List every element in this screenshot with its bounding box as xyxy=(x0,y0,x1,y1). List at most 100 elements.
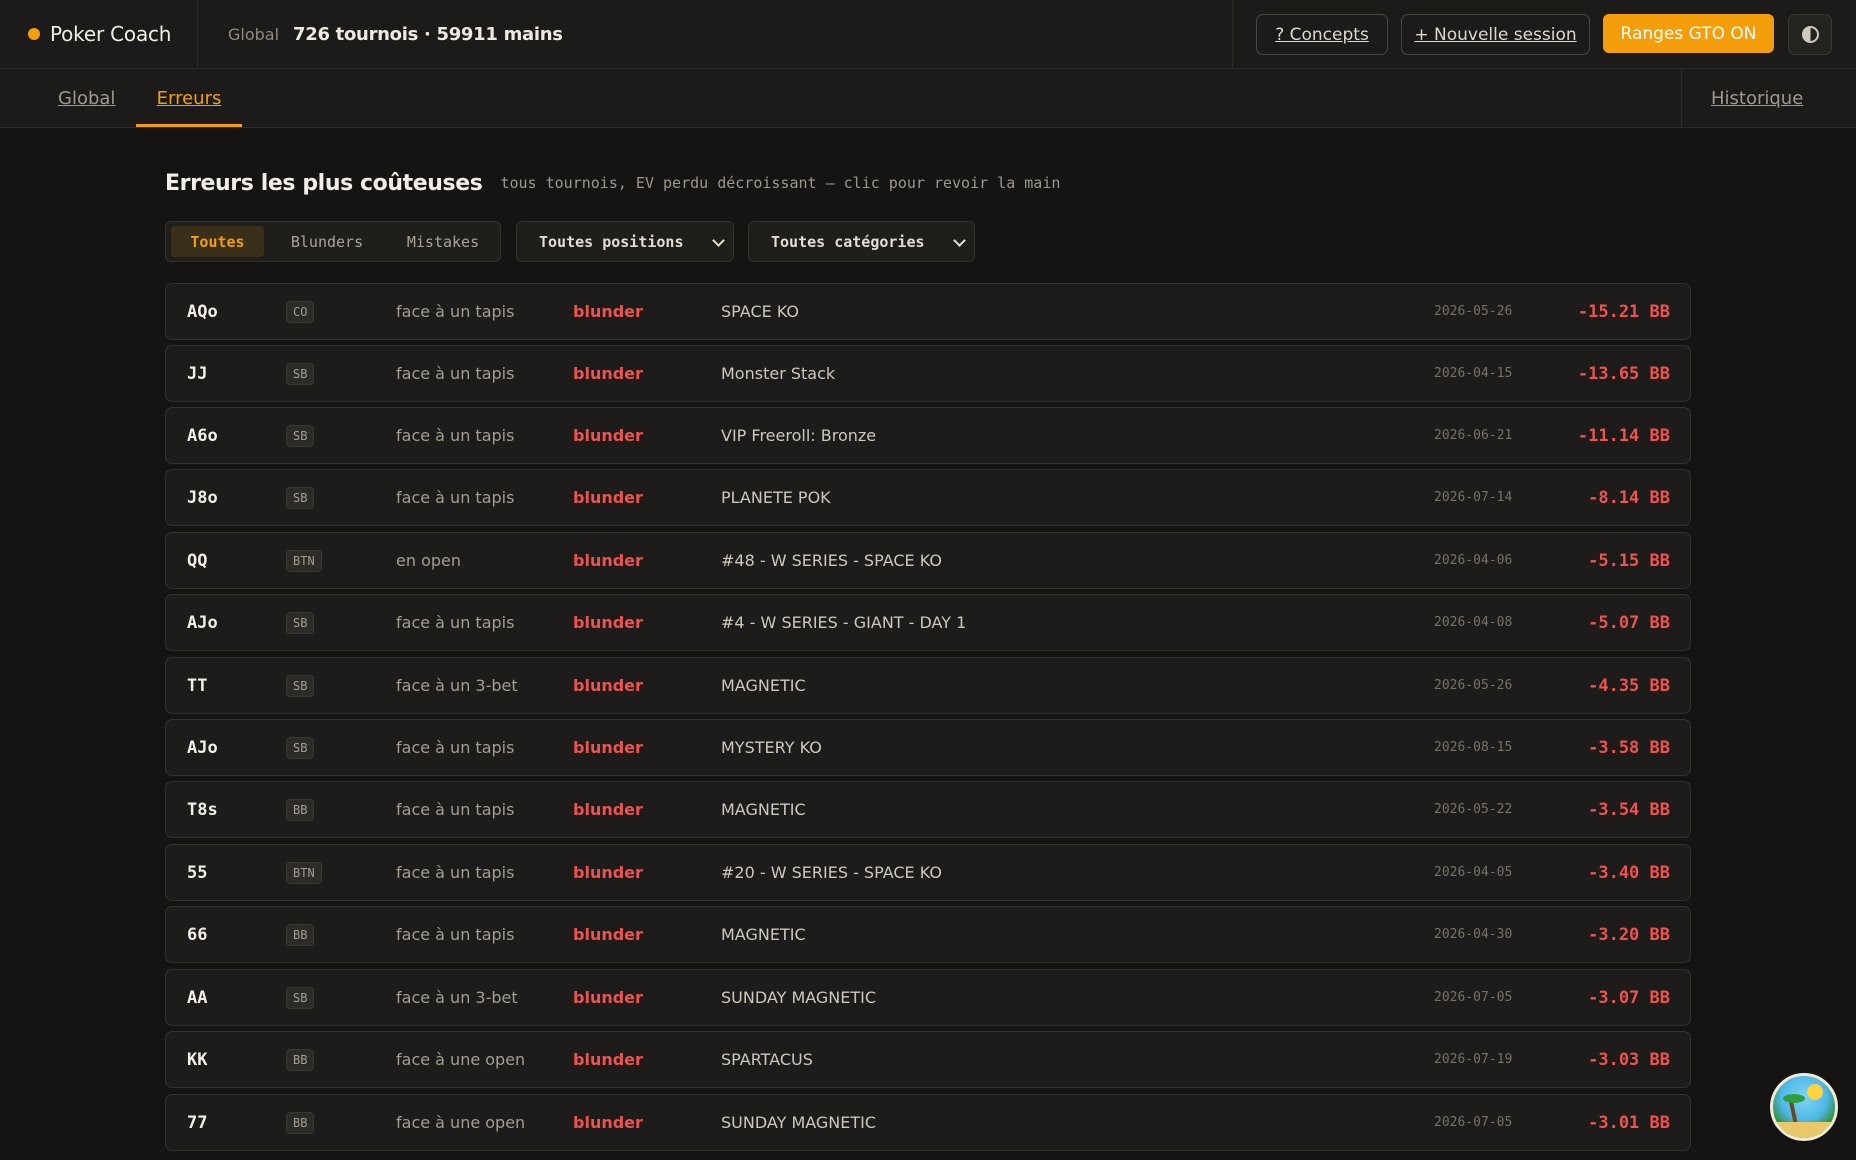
position: SB xyxy=(286,408,315,463)
gto-ranges-toggle[interactable]: Ranges GTO ON xyxy=(1603,14,1774,53)
filter-mistakes[interactable]: Mistakes xyxy=(388,226,498,257)
position: SB xyxy=(286,658,315,713)
error-row[interactable]: 55 BTN face à un tapis blunder #20 - W S… xyxy=(165,844,1691,901)
severity: blunder xyxy=(573,1113,643,1132)
ev-lost: -5.15 BB xyxy=(1588,550,1670,571)
position: BB xyxy=(286,907,315,962)
ev-lost: -8.14 BB xyxy=(1588,487,1670,508)
divider xyxy=(1681,69,1682,127)
tournament: SUNDAY MAGNETIC xyxy=(721,988,877,1007)
error-row[interactable]: T8s BB face à un tapis blunder MAGNETIC … xyxy=(165,781,1691,838)
position-badge: BTN xyxy=(286,549,322,572)
position-badge: SB xyxy=(286,986,315,1009)
filter-all[interactable]: Toutes xyxy=(171,226,264,257)
hand: 55 xyxy=(187,862,208,883)
ev-lost: -4.35 BB xyxy=(1588,675,1670,696)
date: 2026-07-05 xyxy=(1434,990,1513,1005)
assistant-avatar-button[interactable] xyxy=(1770,1073,1838,1141)
tab-global[interactable]: Global xyxy=(58,69,115,127)
severity: blunder xyxy=(573,488,643,507)
new-session-button[interactable]: + Nouvelle session xyxy=(1401,14,1590,55)
sun-icon xyxy=(1807,1084,1823,1100)
date: 2026-06-21 xyxy=(1434,428,1513,443)
tab-errors[interactable]: Erreurs xyxy=(136,69,242,127)
filter-blunders[interactable]: Blunders xyxy=(271,226,383,257)
category: face à un tapis xyxy=(396,925,515,944)
ev-lost: -3.58 BB xyxy=(1588,737,1670,758)
hand: 77 xyxy=(187,1112,208,1133)
severity: blunder xyxy=(573,426,643,445)
error-row[interactable]: AQo CO face à un tapis blunder SPACE KO … xyxy=(165,283,1691,340)
scope-stats: 726 tournois · 59911 mains xyxy=(293,23,563,45)
hand: 66 xyxy=(187,924,208,945)
severity: blunder xyxy=(573,364,643,383)
error-row[interactable]: AA SB face à un 3-bet blunder SUNDAY MAG… xyxy=(165,969,1691,1026)
position-badge: SB xyxy=(286,611,315,634)
chevron-down-icon xyxy=(712,234,725,247)
tournament: VIP Freeroll: Bronze xyxy=(721,426,877,445)
position: SB xyxy=(286,595,315,650)
tournament: #4 - W SERIES - GIANT - DAY 1 xyxy=(721,613,967,632)
tournament: SPARTACUS xyxy=(721,1050,813,1069)
error-row[interactable]: AJo SB face à un tapis blunder #4 - W SE… xyxy=(165,594,1691,651)
position-badge: BB xyxy=(286,923,315,946)
category: face à un tapis xyxy=(396,488,515,507)
tournament: PLANETE POK xyxy=(721,488,831,507)
hand: AA xyxy=(187,987,208,1008)
category-select[interactable]: Toutes catégories xyxy=(748,221,975,262)
category: face à un tapis xyxy=(396,364,515,383)
category: face à une open xyxy=(396,1113,526,1132)
date: 2026-04-30 xyxy=(1434,927,1513,942)
error-row[interactable]: J8o SB face à un tapis blunder PLANETE P… xyxy=(165,469,1691,526)
divider xyxy=(1232,0,1233,68)
error-row[interactable]: 66 BB face à un tapis blunder MAGNETIC 2… xyxy=(165,906,1691,963)
tournament: MAGNETIC xyxy=(721,676,806,695)
theme-toggle-button[interactable] xyxy=(1788,14,1832,55)
brand-dot-icon xyxy=(28,28,40,40)
position-badge: BTN xyxy=(286,861,322,884)
section-subtitle: tous tournois, EV perdu décroissant — cl… xyxy=(500,174,1061,192)
scope-label: Global xyxy=(228,24,280,44)
error-row[interactable]: KK BB face à une open blunder SPARTACUS … xyxy=(165,1031,1691,1088)
category: face à un tapis xyxy=(396,863,515,882)
brand[interactable]: Poker Coach xyxy=(28,0,171,68)
tab-bar: Global Erreurs Historique xyxy=(0,69,1856,128)
hand: KK xyxy=(187,1049,208,1070)
concepts-button[interactable]: ? Concepts xyxy=(1256,14,1388,55)
ev-lost: -15.21 BB xyxy=(1577,301,1670,322)
category: face à un tapis xyxy=(396,302,515,321)
ev-lost: -3.01 BB xyxy=(1588,1112,1670,1133)
position-badge: SB xyxy=(286,736,315,759)
hand: J8o xyxy=(187,487,218,508)
error-row[interactable]: TT SB face à un 3-bet blunder MAGNETIC 2… xyxy=(165,657,1691,714)
severity: blunder xyxy=(573,551,643,570)
position-badge: SB xyxy=(286,674,315,697)
ev-lost: -5.07 BB xyxy=(1588,612,1670,633)
error-row[interactable]: A6o SB face à un tapis blunder VIP Freer… xyxy=(165,407,1691,464)
position: BB xyxy=(286,1095,315,1150)
ev-lost: -3.03 BB xyxy=(1588,1049,1670,1070)
severity: blunder xyxy=(573,1050,643,1069)
error-row[interactable]: JJ SB face à un tapis blunder Monster St… xyxy=(165,345,1691,402)
severity: blunder xyxy=(573,800,643,819)
hand: JJ xyxy=(187,363,208,384)
category: en open xyxy=(396,551,461,570)
error-row[interactable]: 77 BB face à une open blunder SUNDAY MAG… xyxy=(165,1094,1691,1151)
tournament: MAGNETIC xyxy=(721,800,806,819)
position-select[interactable]: Toutes positions xyxy=(516,221,734,262)
chevron-down-icon xyxy=(953,234,966,247)
error-row[interactable]: QQ BTN en open blunder #48 - W SERIES - … xyxy=(165,532,1691,589)
position-badge: SB xyxy=(286,362,315,385)
category: face à un tapis xyxy=(396,613,515,632)
position: SB xyxy=(286,346,315,401)
severity: blunder xyxy=(573,676,643,695)
position: SB xyxy=(286,970,315,1025)
top-bar: Poker Coach Global 726 tournois · 59911 … xyxy=(0,0,1856,69)
tournament: SUNDAY MAGNETIC xyxy=(721,1113,877,1132)
tab-history[interactable]: Historique xyxy=(1711,69,1803,127)
date: 2026-08-15 xyxy=(1434,740,1513,755)
severity: blunder xyxy=(573,863,643,882)
error-row[interactable]: AJo SB face à un tapis blunder MYSTERY K… xyxy=(165,719,1691,776)
position: SB xyxy=(286,720,315,775)
date: 2026-07-19 xyxy=(1434,1052,1513,1067)
